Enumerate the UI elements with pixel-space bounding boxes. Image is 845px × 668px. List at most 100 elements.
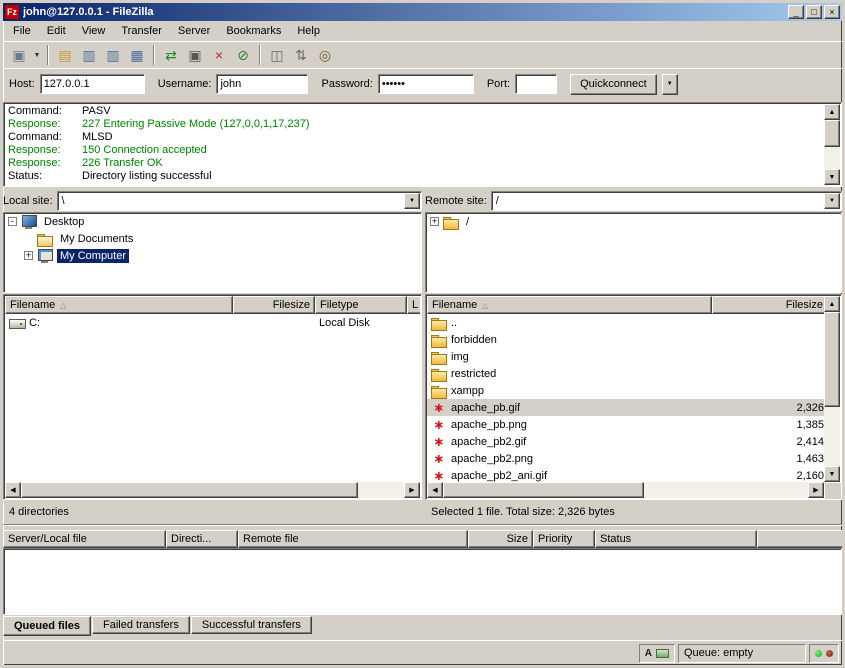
quickconnect-dropdown-arrow[interactable]: ▼	[662, 74, 678, 95]
column-header-size[interactable]: Size	[468, 530, 533, 548]
title-bar[interactable]: Fz john@127.0.0.1 - FileZilla _ □ ×	[3, 3, 842, 21]
find-files-icon[interactable]: ◎	[313, 44, 337, 66]
tree-item-item[interactable]: +/	[426, 213, 841, 230]
menu-item-edit[interactable]: Edit	[39, 22, 74, 40]
menu-item-server[interactable]: Server	[170, 22, 218, 40]
file-row-c[interactable]: C:Local Disk	[5, 314, 420, 331]
local-list-header: Filename△FilesizeFiletypeL	[5, 296, 420, 314]
file-row-item[interactable]: ..	[427, 314, 824, 331]
host-input[interactable]	[40, 74, 145, 94]
scrollbar-thumb[interactable]	[443, 482, 644, 498]
menu-item-file[interactable]: File	[5, 22, 39, 40]
collapse-expander-icon[interactable]: -	[8, 217, 17, 226]
transfer-queue-toggle-icon[interactable]: ▦	[125, 44, 149, 66]
tab-successful-transfers[interactable]: Successful transfers	[191, 616, 312, 634]
expand-expander-icon[interactable]: +	[24, 251, 33, 260]
file-row-apache-pb2-ani-gif[interactable]: apache_pb2_ani.gif2,160	[427, 467, 824, 482]
file-row-apache-pb2-gif[interactable]: apache_pb2.gif2,414	[427, 433, 824, 450]
remote-vertical-scrollbar[interactable]: ▲▼	[824, 296, 840, 482]
menu-item-help[interactable]: Help	[289, 22, 328, 40]
column-header-filename[interactable]: Filename△	[5, 296, 233, 314]
file-name-cell: apache_pb.png	[427, 416, 712, 433]
local-tree-toggle-icon[interactable]: ▥	[77, 44, 101, 66]
column-header-filetype[interactable]: Filetype	[315, 296, 407, 314]
tree-item-label: My Documents	[57, 232, 136, 246]
site-manager-dropdown-arrow[interactable]: ▼	[31, 44, 43, 66]
file-row-apache-pb2-png[interactable]: apache_pb2.png1,463	[427, 450, 824, 467]
scroll-right-button[interactable]: ▶	[404, 482, 420, 498]
local-site-combo[interactable]: \ ▼	[57, 191, 422, 211]
column-header-label: Server/Local file	[8, 533, 87, 545]
local-tree-toggle-icon: ▥	[82, 47, 95, 64]
file-row-xampp[interactable]: xampp	[427, 382, 824, 399]
column-header-priority[interactable]: Priority	[533, 530, 595, 548]
file-row-img[interactable]: img	[427, 348, 824, 365]
close-button[interactable]: ×	[824, 5, 840, 19]
site-manager-icon: ▣	[12, 47, 25, 64]
port-input[interactable]	[515, 74, 557, 94]
scroll-left-button[interactable]: ◀	[427, 482, 443, 498]
sync-browsing-icon[interactable]: ⇅	[289, 44, 313, 66]
file-row-apache-pb-png[interactable]: apache_pb.png1,385	[427, 416, 824, 433]
minimize-button[interactable]: _	[788, 5, 804, 19]
refresh-icon: ⇄	[165, 47, 177, 64]
scrollbar-thumb[interactable]	[824, 120, 840, 147]
disconnect-icon[interactable]: ⊘	[231, 44, 255, 66]
menu-item-bookmarks[interactable]: Bookmarks	[218, 22, 289, 40]
scroll-down-button[interactable]: ▼	[824, 169, 840, 185]
column-header-remote-file[interactable]: Remote file	[238, 530, 468, 548]
remote-site-dropdown-arrow[interactable]: ▼	[824, 193, 840, 209]
tree-item-desktop[interactable]: -Desktop	[4, 213, 421, 230]
scrollbar-track[interactable]	[824, 120, 840, 169]
column-header-status[interactable]: Status	[595, 530, 757, 548]
maximize-button[interactable]: □	[806, 5, 822, 19]
site-manager-icon[interactable]: ▣	[7, 44, 31, 66]
log-line: Status:Directory listing successful	[8, 170, 821, 183]
tree-item-my-computer[interactable]: +My Computer	[4, 247, 421, 264]
file-name-cell: apache_pb2.png	[427, 450, 712, 467]
column-header-server-local-file[interactable]: Server/Local file	[3, 530, 166, 548]
column-header-filename[interactable]: Filename△	[427, 296, 712, 314]
remote-horizontal-scrollbar[interactable]: ◀▶	[427, 482, 824, 498]
scrollbar-track[interactable]	[443, 482, 808, 498]
tab-failed-transfers[interactable]: Failed transfers	[92, 616, 190, 634]
column-header-l[interactable]: L	[407, 296, 420, 314]
transfer-queue-list[interactable]	[3, 548, 842, 615]
scroll-left-button[interactable]: ◀	[5, 482, 21, 498]
password-input[interactable]	[378, 74, 474, 94]
file-row-forbidden[interactable]: forbidden	[427, 331, 824, 348]
log-scrollbar[interactable]: ▲▼	[824, 104, 840, 185]
column-header-filesize[interactable]: Filesize	[712, 296, 824, 314]
menu-item-transfer[interactable]: Transfer	[113, 22, 170, 40]
tree-item-my-documents[interactable]: My Documents	[4, 230, 421, 247]
scroll-right-button[interactable]: ▶	[808, 482, 824, 498]
refresh-icon[interactable]: ⇄	[159, 44, 183, 66]
file-row-restricted[interactable]: restricted	[427, 365, 824, 382]
quickconnect-button[interactable]: Quickconnect	[570, 74, 657, 95]
expand-expander-icon[interactable]: +	[430, 217, 439, 226]
directory-comparison-icon[interactable]: ◫	[265, 44, 289, 66]
scrollbar-thumb[interactable]	[824, 312, 840, 407]
menu-item-view[interactable]: View	[74, 22, 114, 40]
scrollbar-thumb[interactable]	[21, 482, 358, 498]
scrollbar-track[interactable]	[21, 482, 404, 498]
column-header-directi[interactable]: Directi...	[166, 530, 238, 548]
message-log-toggle-icon[interactable]: ▤	[53, 44, 77, 66]
username-input[interactable]	[216, 74, 308, 94]
scroll-down-button[interactable]: ▼	[824, 466, 840, 482]
column-header-item[interactable]	[757, 530, 842, 548]
local-horizontal-scrollbar[interactable]: ◀▶	[5, 482, 420, 498]
scrollbar-track[interactable]	[824, 312, 840, 466]
toolbar-separator	[47, 45, 49, 65]
remote-site-combo[interactable]: / ▼	[491, 191, 842, 211]
process-queue-icon[interactable]: ▣	[183, 44, 207, 66]
scroll-up-button[interactable]: ▲	[824, 104, 840, 120]
scroll-up-button[interactable]: ▲	[824, 296, 840, 312]
file-row-apache-pb-gif[interactable]: apache_pb.gif2,326	[427, 399, 824, 416]
tab-queued-files[interactable]: Queued files	[3, 616, 91, 636]
column-header-filesize[interactable]: Filesize	[233, 296, 315, 314]
cancel-operation-icon[interactable]: ×	[207, 44, 231, 66]
local-site-dropdown-arrow[interactable]: ▼	[404, 193, 420, 209]
remote-tree-toggle-icon[interactable]: ▥	[101, 44, 125, 66]
filezilla-app-icon[interactable]: Fz	[5, 5, 19, 19]
